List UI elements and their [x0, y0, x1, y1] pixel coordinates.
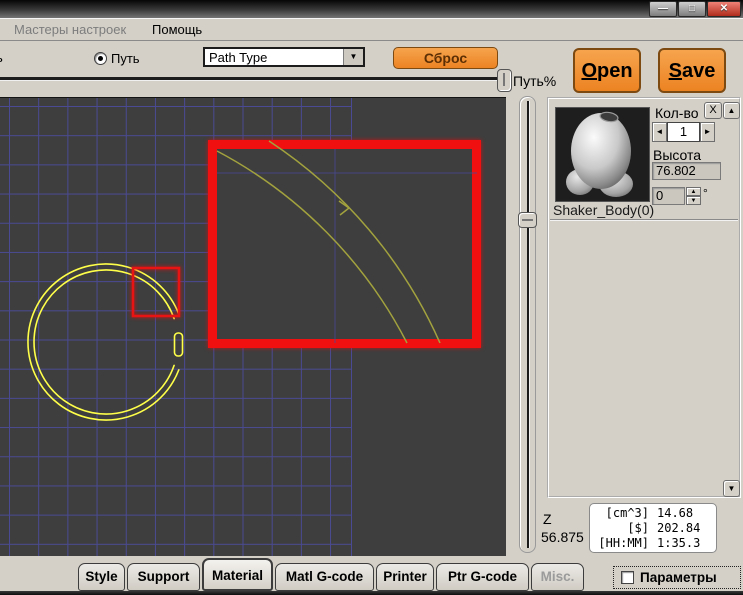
- save-button-label: ave: [682, 60, 715, 82]
- model-close-button[interactable]: X: [704, 102, 722, 119]
- stat-volume: [cm^3] 14.68: [593, 506, 713, 521]
- rotation-down-button[interactable]: ▼: [686, 196, 701, 205]
- quantity-decrement-button[interactable]: ◄: [652, 122, 667, 142]
- rotation-up-button[interactable]: ▲: [686, 187, 701, 196]
- print-stats-box: [cm^3] 14.68 [$] 202.84 [HH:MM] 1:35.3: [589, 503, 717, 553]
- tab-style[interactable]: Style: [78, 563, 125, 591]
- layer-slider-thumb[interactable]: [518, 212, 537, 228]
- maximize-icon: □: [689, 3, 695, 14]
- menu-item-wizards[interactable]: Мастеры настроек: [14, 22, 126, 37]
- parameters-toggle[interactable]: Параметры: [613, 566, 741, 589]
- parameters-checkbox[interactable]: [621, 571, 634, 584]
- menu-bar: Мастеры настроек Помощь: [0, 18, 743, 41]
- tab-printer[interactable]: Printer: [376, 563, 434, 591]
- scroll-down-button[interactable]: ▼: [723, 480, 740, 497]
- open-button-label: pen: [597, 60, 633, 82]
- zoom-source-rect: [133, 268, 179, 316]
- open-button-mnemonic: O: [581, 60, 597, 82]
- menu-item-help[interactable]: Помощь: [152, 22, 202, 37]
- parameters-label: Параметры: [640, 570, 717, 585]
- maximize-button[interactable]: □: [678, 1, 706, 17]
- close-icon: ✕: [720, 3, 728, 14]
- stat-cost: [$] 202.84: [593, 521, 713, 536]
- model-name-label: Shaker_Body(0): [553, 202, 654, 218]
- degrees-label: °: [703, 186, 708, 200]
- tab-ptr-gcode[interactable]: Ptr G-code: [436, 563, 529, 591]
- reset-button[interactable]: Сброс: [393, 47, 498, 69]
- path-type-value: Path Type: [209, 50, 267, 65]
- path-percent-slider-track[interactable]: [0, 77, 498, 81]
- height-value: 76.802: [652, 162, 721, 180]
- layer-slider-track[interactable]: [519, 96, 536, 553]
- stat-time: [HH:MM] 1:35.3: [593, 536, 713, 551]
- tab-support[interactable]: Support: [127, 563, 200, 591]
- z-value: 56.875: [541, 529, 584, 545]
- tab-matl-gcode[interactable]: Matl G-code: [275, 563, 374, 591]
- rotation-field[interactable]: 0: [652, 187, 685, 205]
- path-percent-label: Путь%: [513, 73, 556, 89]
- quantity-label: Кол-во: [655, 105, 699, 121]
- window-bottom-edge: [0, 591, 743, 595]
- quantity-value[interactable]: 1: [667, 122, 700, 142]
- chevron-down-icon[interactable]: ▼: [343, 49, 363, 65]
- radio-circle-icon: [94, 52, 107, 65]
- tab-material[interactable]: Material: [202, 558, 273, 591]
- open-button[interactable]: Open: [573, 48, 641, 93]
- toolpath-ring: [28, 264, 183, 420]
- scroll-up-button[interactable]: ▲: [723, 102, 740, 119]
- minimize-icon: —: [658, 3, 668, 14]
- z-label: Z: [543, 511, 552, 527]
- height-label: Высота: [653, 147, 701, 163]
- truncated-radio-label: ь: [0, 50, 3, 65]
- print-bed-canvas[interactable]: [0, 97, 506, 556]
- tab-misc: Misc.: [531, 563, 584, 591]
- save-button-mnemonic: S: [669, 60, 682, 82]
- title-bar: [0, 0, 743, 18]
- minimize-button[interactable]: —: [649, 1, 677, 17]
- path-radio-label: Путь: [111, 51, 140, 66]
- save-button[interactable]: Save: [658, 48, 726, 93]
- panel-separator: [550, 219, 738, 221]
- path-percent-slider-thumb[interactable]: [497, 69, 512, 92]
- toolpath-layer: [0, 98, 506, 556]
- zoom-inset: [213, 141, 478, 344]
- model-thumbnail[interactable]: [555, 107, 650, 202]
- close-button[interactable]: ✕: [707, 1, 741, 17]
- quantity-increment-button[interactable]: ►: [700, 122, 715, 142]
- path-type-dropdown[interactable]: Path Type ▼: [203, 47, 365, 67]
